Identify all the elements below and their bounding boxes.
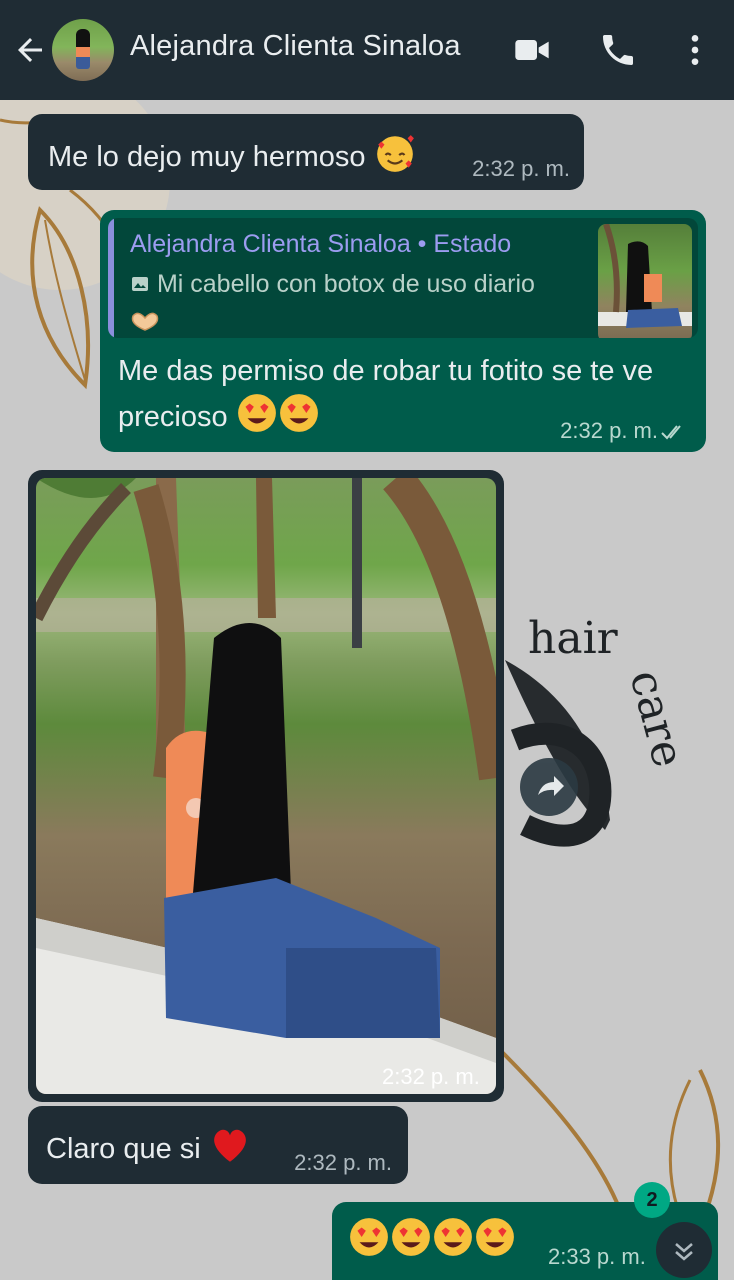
double-chevron-down-icon xyxy=(675,1243,693,1261)
unread-count-badge: 2 xyxy=(634,1182,670,1218)
forward-button[interactable] xyxy=(520,758,578,816)
message-time: 2:32 p. m. xyxy=(294,1150,392,1175)
message-time: 2:32 p. m. xyxy=(472,156,570,181)
forward-icon xyxy=(538,776,564,796)
reply-text: Mi cabello con botox de uso diario xyxy=(130,270,535,299)
scroll-to-bottom-button[interactable] xyxy=(656,1222,712,1278)
emoji-row xyxy=(348,1216,516,1258)
contact-avatar[interactable] xyxy=(52,19,114,81)
reply-author: Alejandra Clienta Sinaloa • Estado xyxy=(130,230,512,258)
image-time: 2:32 p. m. xyxy=(382,1064,480,1089)
message-bubble-outgoing[interactable]: Alejandra Clienta Sinaloa • Estado Mi ca… xyxy=(100,210,706,452)
message-bubble-incoming[interactable]: Me lo dejo muy hermoso 2:32 p. m. xyxy=(28,114,584,190)
status-reply-preview[interactable]: Alejandra Clienta Sinaloa • Estado Mi ca… xyxy=(108,218,698,338)
heart-eyes-emoji xyxy=(434,1218,472,1256)
shared-photo[interactable] xyxy=(36,478,496,1094)
back-arrow-icon[interactable] xyxy=(12,32,48,68)
status-thumbnail xyxy=(598,224,692,338)
phone-call-icon[interactable] xyxy=(598,30,638,70)
chat-header: Alejandra Clienta Sinaloa xyxy=(0,0,734,100)
brand-text-hair: hair xyxy=(528,613,619,664)
brand-text-care: care xyxy=(619,665,694,773)
heart-eyes-emoji xyxy=(279,394,318,432)
smiling-face-with-hearts-emoji xyxy=(376,135,414,172)
message-text: Claro que si xyxy=(46,1133,201,1165)
message-time: 2:33 p. m. xyxy=(548,1244,646,1269)
read-receipt-icon xyxy=(661,425,681,440)
more-options-icon[interactable] xyxy=(675,30,715,70)
message-time: 2:32 p. m. xyxy=(560,418,658,443)
red-heart-emoji xyxy=(213,1129,246,1162)
heart-eyes-emoji xyxy=(392,1218,430,1256)
image-icon xyxy=(132,277,148,291)
message-bubble-image[interactable]: 2:32 p. m. xyxy=(28,470,504,1102)
contact-name[interactable]: Alejandra Clienta Sinaloa xyxy=(130,30,461,63)
message-text: Me lo dejo muy hermoso xyxy=(48,141,366,173)
video-call-icon[interactable] xyxy=(512,30,552,70)
heart-eyes-emoji xyxy=(350,1218,388,1256)
heart-eyes-emoji xyxy=(237,394,276,432)
message-bubble-incoming[interactable]: Claro que si 2:32 p. m. xyxy=(28,1106,408,1184)
heart-hands-emoji xyxy=(131,312,159,331)
heart-eyes-emoji xyxy=(476,1218,514,1256)
